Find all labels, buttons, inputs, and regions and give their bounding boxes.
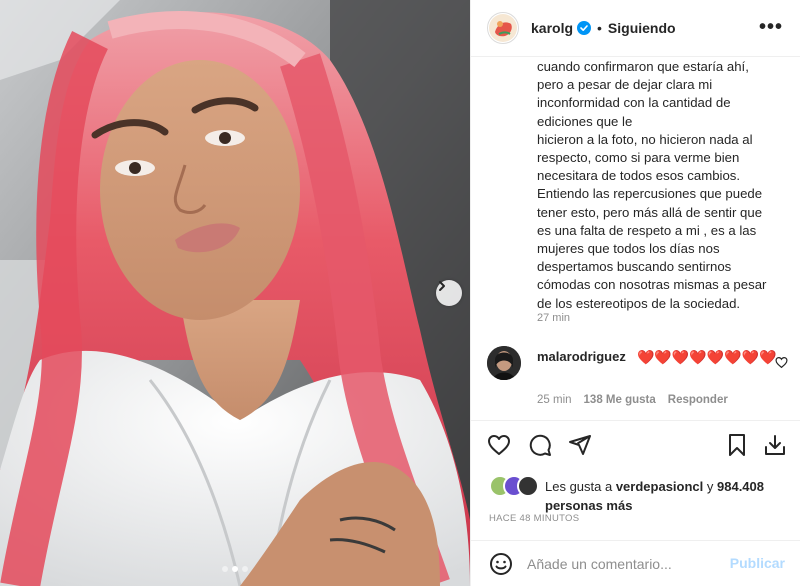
comment-username[interactable]: malarodriguez (537, 349, 626, 364)
likes-prefix: Les gusta a (545, 479, 616, 494)
comment-timestamp[interactable]: 25 min (537, 394, 572, 406)
liker-avatars (489, 475, 539, 497)
more-options-icon[interactable]: ••• (759, 17, 783, 37)
carousel-dot-active (232, 566, 238, 572)
caption-line: cómodas con nosotras mismas a pesar (537, 277, 767, 293)
publish-button[interactable]: Publicar (730, 555, 785, 571)
malarodriguez-avatar-image (487, 346, 521, 380)
karolg-avatar-image (489, 14, 517, 42)
avatar[interactable] (487, 346, 521, 380)
caption-line: pero a pesar de dejar clara mi (537, 77, 713, 93)
post-side-panel: karolg • Siguiendo ••• cuando confirmaro… (470, 0, 800, 586)
following-button[interactable]: Siguiendo (608, 20, 676, 36)
chevron-right-icon (439, 281, 445, 291)
avatar[interactable] (487, 12, 519, 44)
likes-count[interactable]: 984.408 (717, 479, 764, 494)
caption-line: despertamos buscando sentirnos (537, 259, 732, 275)
post-header: karolg • Siguiendo ••• (471, 0, 800, 57)
comment-input[interactable] (527, 553, 717, 575)
likes-conjunction: y (703, 479, 717, 494)
likes-first-user[interactable]: verdepasioncl (616, 479, 703, 494)
caption-line: respecto, como si para verme bien (537, 150, 740, 166)
emoji-icon[interactable] (489, 552, 513, 581)
verified-badge-icon (577, 21, 592, 35)
caption-line: tener esto, pero más allá de sentir que (537, 204, 763, 220)
caption-line: inconformidad con la cantidad de (537, 95, 731, 111)
carousel-dots (0, 566, 470, 572)
avatar[interactable] (517, 475, 539, 497)
post-caption: cuando confirmaron que estaría ahí, pero… (537, 58, 787, 313)
caption-line: de los estereotipos de la sociedad. (537, 295, 741, 311)
heart-icon[interactable] (487, 433, 511, 462)
comment-meta: 25 min 138 Me gusta Responder (537, 394, 728, 406)
post-actions: Les gusta a verdepasioncl y 984.408 perso… (471, 420, 800, 586)
likes-suffix[interactable]: personas más (545, 498, 632, 513)
bookmark-icon[interactable] (725, 433, 749, 462)
caption-line: cuando confirmaron que estaría ahí, (537, 59, 749, 74)
comment-icon[interactable] (528, 433, 552, 462)
download-icon[interactable] (763, 433, 787, 462)
likes-text[interactable]: Les gusta a verdepasioncl y 984.408 perso… (545, 477, 795, 515)
caption-line: hicieron a la foto, no hicieron nada al (537, 131, 753, 147)
selfie-image (0, 0, 470, 586)
caption-line: necesitara de todos esos cambios. (537, 168, 741, 184)
caption-line: Entiendo las repercusiones que puede (537, 186, 763, 202)
caption-line: ediciones que le (537, 113, 633, 129)
reply-button[interactable]: Responder (668, 394, 728, 406)
post-timestamp[interactable]: HACE 48 MINUTOS (489, 513, 579, 524)
heart-icon[interactable] (775, 356, 788, 374)
comment-composer: Publicar (471, 540, 800, 586)
caption-timestamp[interactable]: 27 min (537, 312, 570, 324)
header-separator: • (597, 20, 602, 36)
carousel-next-button[interactable] (436, 280, 462, 306)
post-username[interactable]: karolg (531, 20, 573, 36)
caption-line: mujeres que todos los días nos (537, 241, 720, 257)
carousel-dot (222, 566, 228, 572)
carousel-dot (242, 566, 248, 572)
post-photo (0, 0, 470, 586)
comment-likes[interactable]: 138 Me gusta (584, 394, 656, 406)
share-icon[interactable] (568, 433, 592, 462)
caption-line: es una falta de respeto a mi , es a las (537, 222, 757, 238)
